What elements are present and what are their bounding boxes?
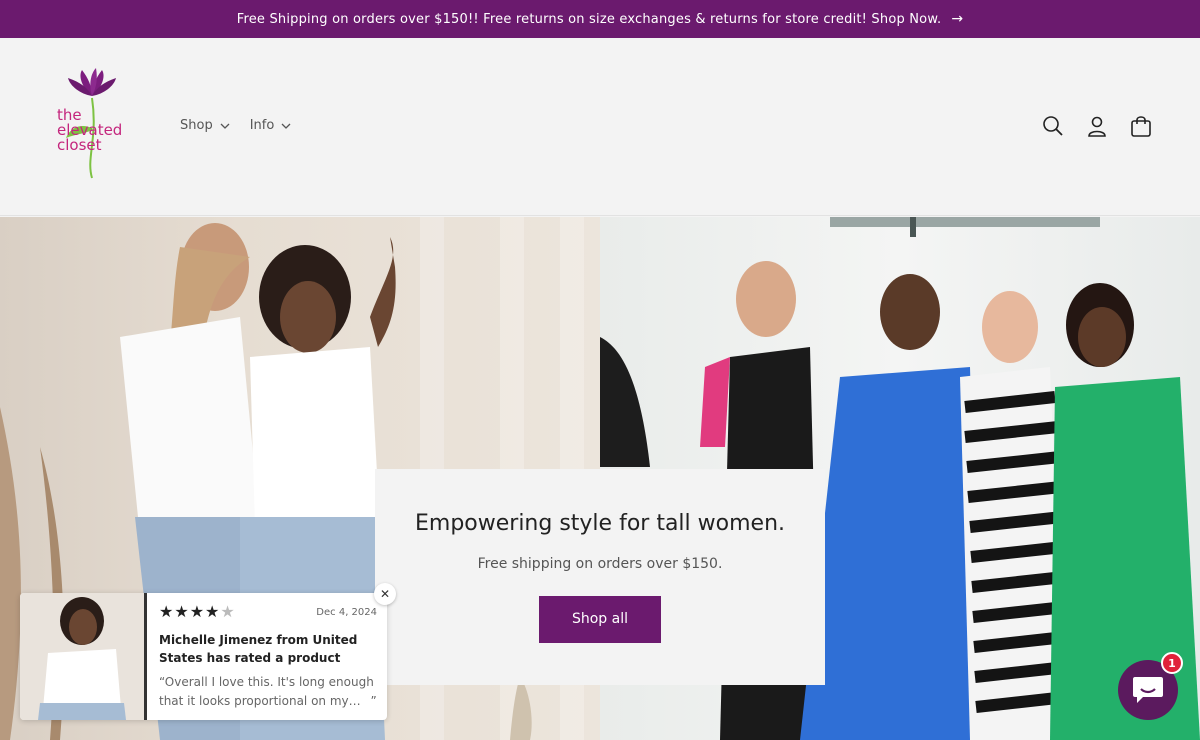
logo-line-3: closet bbox=[57, 136, 102, 154]
review-popup[interactable]: ★ ★ ★ ★ ★ Dec 4, 2024 Michelle Jimenez f… bbox=[20, 593, 387, 720]
close-icon[interactable]: ✕ bbox=[374, 583, 396, 605]
arrow-right-icon[interactable]: → bbox=[951, 11, 963, 27]
nav-item-shop[interactable]: Shop bbox=[180, 118, 230, 133]
product-thumbnail[interactable] bbox=[20, 593, 147, 720]
nav-label: Shop bbox=[180, 118, 213, 133]
star-filled-icon: ★ bbox=[174, 602, 189, 621]
announcement-bar[interactable]: Free Shipping on orders over $150!! Free… bbox=[0, 0, 1200, 38]
review-quote-end: ” bbox=[370, 694, 377, 708]
announcement-text[interactable]: Free Shipping on orders over $150!! Free… bbox=[237, 12, 942, 27]
hero-heading: Empowering style for tall women. bbox=[414, 511, 785, 536]
logo[interactable]: the elevated closet bbox=[52, 68, 138, 186]
review-body: ★ ★ ★ ★ ★ Dec 4, 2024 Michelle Jimenez f… bbox=[159, 603, 377, 711]
review-date: Dec 4, 2024 bbox=[316, 607, 377, 618]
shop-all-button[interactable]: Shop all bbox=[539, 596, 661, 643]
review-quote: “Overall I love this. It's long enough t… bbox=[159, 673, 377, 711]
notification-badge: 1 bbox=[1161, 652, 1183, 674]
nav-label: Info bbox=[249, 118, 275, 133]
nav-item-info[interactable]: Info bbox=[250, 118, 292, 133]
star-filled-icon: ★ bbox=[189, 602, 205, 621]
hero-content-card: Empowering style for tall women. Free sh… bbox=[375, 469, 825, 685]
star-empty-icon: ★ bbox=[220, 602, 235, 621]
product-photo bbox=[20, 593, 144, 720]
chat-bubble-icon bbox=[1133, 677, 1163, 703]
star-filled-icon: ★ bbox=[205, 602, 220, 621]
main-nav: Shop Info bbox=[180, 118, 291, 133]
header-icons bbox=[1042, 115, 1152, 137]
hero-subtext: Free shipping on orders over $150. bbox=[477, 556, 723, 572]
account-icon[interactable] bbox=[1086, 115, 1108, 137]
star-filled-icon: ★ bbox=[159, 602, 174, 621]
search-icon[interactable] bbox=[1042, 115, 1064, 137]
site-header: the elevated closet Shop Info bbox=[0, 38, 1200, 216]
chevron-down-icon bbox=[220, 123, 230, 129]
chevron-down-icon bbox=[281, 123, 291, 129]
cart-icon[interactable] bbox=[1130, 115, 1152, 137]
logo-wordmark: the elevated closet bbox=[57, 108, 122, 153]
review-title: Michelle Jimenez from United States has … bbox=[159, 633, 358, 665]
review-quote-text: “Overall I love this. It's long enough t… bbox=[159, 675, 374, 708]
